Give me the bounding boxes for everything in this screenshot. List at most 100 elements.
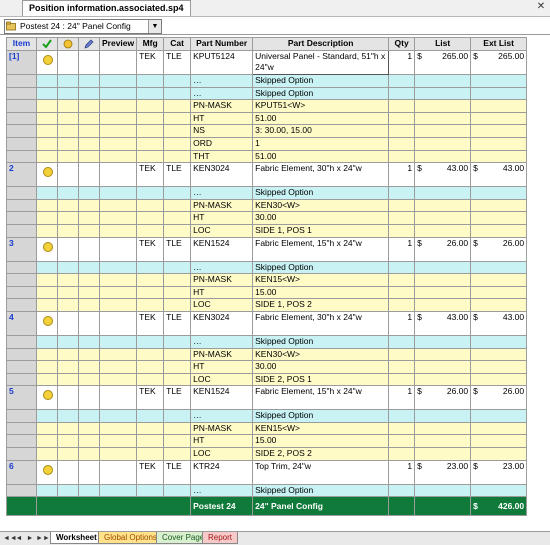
- part-number-cell[interactable]: …: [190, 74, 254, 88]
- edit-cell[interactable]: [78, 409, 100, 423]
- part-description-cell[interactable]: Universal Panel - Standard, 51"h x 24"w: [252, 50, 390, 75]
- cat-cell[interactable]: [163, 99, 192, 113]
- cat-cell[interactable]: TLE: [163, 162, 192, 188]
- part-number-cell[interactable]: …: [190, 186, 254, 200]
- flag-cell[interactable]: [57, 285, 79, 300]
- list-cell[interactable]: $43.00: [414, 162, 472, 188]
- part-number-cell[interactable]: HT: [190, 211, 254, 225]
- part-description-cell[interactable]: Fabric Element, 15"h x 24"w: [252, 236, 390, 262]
- flag-cell[interactable]: [57, 74, 79, 88]
- part-description-cell[interactable]: SIDE 2, POS 2: [252, 447, 390, 461]
- part-number-cell[interactable]: PN-MASK: [190, 421, 254, 436]
- attribute-row[interactable]: ORD 1: [6, 136, 528, 151]
- cat-cell[interactable]: [163, 409, 192, 423]
- status-cell[interactable]: [36, 111, 58, 126]
- qty-cell[interactable]: [388, 421, 416, 436]
- mfg-cell[interactable]: [136, 421, 165, 436]
- column-header-list[interactable]: List: [414, 37, 472, 51]
- qty-cell[interactable]: [388, 434, 416, 449]
- column-header-part-number[interactable]: Part Number: [190, 37, 254, 51]
- cat-cell[interactable]: TLE: [163, 236, 192, 262]
- part-description-cell[interactable]: 30.00: [252, 211, 390, 225]
- status-cell[interactable]: [36, 347, 58, 362]
- qty-cell[interactable]: [388, 360, 416, 374]
- list-cell[interactable]: [414, 198, 472, 213]
- column-header-preview[interactable]: Preview: [98, 37, 138, 51]
- sheet-tab-global-options[interactable]: Global Options: [98, 532, 163, 544]
- list-cell[interactable]: [414, 434, 472, 449]
- cat-cell[interactable]: [163, 421, 192, 436]
- attribute-row[interactable]: HT 30.00: [6, 211, 528, 225]
- qty-cell[interactable]: 1: [388, 310, 416, 336]
- status-cell[interactable]: [36, 86, 58, 101]
- item-number[interactable]: [6, 86, 37, 101]
- qty-cell[interactable]: 1: [388, 236, 416, 262]
- ext-list-cell[interactable]: [470, 285, 528, 300]
- cat-cell[interactable]: [163, 124, 192, 138]
- part-description-cell[interactable]: KPUT51<W>: [252, 99, 390, 113]
- mfg-cell[interactable]: [136, 186, 165, 200]
- ext-list-cell[interactable]: [470, 223, 528, 238]
- list-cell[interactable]: [414, 86, 472, 101]
- flag-cell[interactable]: [57, 483, 79, 498]
- cat-cell[interactable]: [163, 347, 192, 362]
- list-cell[interactable]: [414, 99, 472, 113]
- part-description-cell[interactable]: SIDE 2, POS 1: [252, 372, 390, 387]
- ext-list-cell[interactable]: [470, 124, 528, 138]
- part-description-cell[interactable]: Fabric Element, 30"h x 24"w: [252, 310, 390, 336]
- mfg-cell[interactable]: [136, 111, 165, 126]
- cat-cell[interactable]: [163, 149, 192, 164]
- list-cell[interactable]: [414, 223, 472, 238]
- part-description-cell[interactable]: SIDE 1, POS 1: [252, 223, 390, 238]
- list-cell[interactable]: [414, 285, 472, 300]
- ext-list-cell[interactable]: [470, 360, 528, 374]
- ext-list-cell[interactable]: [470, 74, 528, 88]
- preview-cell[interactable]: [98, 86, 138, 101]
- part-number-cell[interactable]: ORD: [190, 136, 254, 151]
- flag-cell[interactable]: [57, 273, 79, 287]
- flag-cell[interactable]: [57, 310, 79, 336]
- column-header-part-description[interactable]: Part Description: [252, 37, 390, 51]
- list-cell[interactable]: [414, 186, 472, 200]
- ext-list-cell[interactable]: [470, 111, 528, 126]
- list-cell[interactable]: [414, 124, 472, 138]
- edit-cell[interactable]: [78, 136, 100, 151]
- attribute-row[interactable]: HT 30.00: [6, 360, 528, 374]
- ext-list-cell[interactable]: [470, 334, 528, 349]
- item-number[interactable]: [6, 260, 37, 275]
- item-number[interactable]: [6, 347, 37, 362]
- qty-cell[interactable]: [388, 74, 416, 88]
- ext-list-cell[interactable]: [470, 86, 528, 101]
- cat-cell[interactable]: [163, 447, 192, 461]
- item-number[interactable]: [6, 149, 37, 164]
- qty-cell[interactable]: [388, 211, 416, 225]
- mfg-cell[interactable]: [136, 483, 165, 498]
- mfg-cell[interactable]: [136, 124, 165, 138]
- preview-cell[interactable]: [98, 421, 138, 436]
- attribute-row[interactable]: LOC SIDE 2, POS 2: [6, 447, 528, 461]
- ext-list-cell[interactable]: [470, 186, 528, 200]
- edit-cell[interactable]: [78, 447, 100, 461]
- list-cell[interactable]: [414, 483, 472, 498]
- qty-cell[interactable]: [388, 372, 416, 387]
- document-tab[interactable]: Position information.associated.sp4: [22, 0, 191, 16]
- ext-list-cell[interactable]: [470, 434, 528, 449]
- part-number-cell[interactable]: THT: [190, 149, 254, 164]
- cat-cell[interactable]: TLE: [163, 385, 192, 411]
- mfg-cell[interactable]: [136, 211, 165, 225]
- qty-cell[interactable]: [388, 447, 416, 461]
- mfg-cell[interactable]: TEK: [136, 162, 165, 188]
- mfg-cell[interactable]: [136, 149, 165, 164]
- flag-cell[interactable]: [57, 136, 79, 151]
- list-cell[interactable]: [414, 409, 472, 423]
- mfg-cell[interactable]: [136, 99, 165, 113]
- status-cell[interactable]: [36, 74, 58, 88]
- cat-cell[interactable]: [163, 285, 192, 300]
- item-number[interactable]: 6: [6, 459, 37, 485]
- flag-cell[interactable]: [57, 385, 79, 411]
- status-cell[interactable]: [36, 298, 58, 312]
- flag-cell[interactable]: [57, 459, 79, 485]
- item-number[interactable]: [6, 421, 37, 436]
- cat-cell[interactable]: [163, 223, 192, 238]
- list-cell[interactable]: [414, 298, 472, 312]
